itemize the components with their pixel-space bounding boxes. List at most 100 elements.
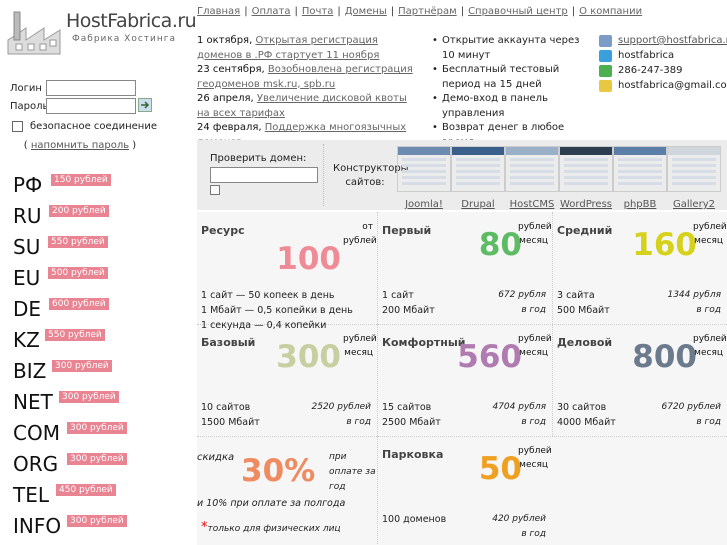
tariff-year-price: 2520 рублей xyxy=(311,402,372,412)
domain-zone: ORG xyxy=(13,452,59,476)
tariff-card[interactable]: Базовый 300 рублей месяц 10 сайтов 1500 Мбай… xyxy=(197,324,377,436)
domain-zone: INFO xyxy=(13,514,62,538)
enter-icon xyxy=(141,101,150,109)
login-submit-button[interactable] xyxy=(138,98,152,112)
cms-thumbnail[interactable] xyxy=(505,146,559,192)
discount-note-halfyear: и 10% при оплате за полгода xyxy=(197,498,346,509)
domain-row[interactable]: SU 550 рублей xyxy=(13,234,108,265)
tariff-feature: 1 сайт — 50 копеек в день xyxy=(201,290,335,301)
tariff-name: Базовый xyxy=(201,336,256,349)
nav-link[interactable]: Домены xyxy=(345,6,387,17)
domain-price-badge: 550 рублей xyxy=(45,329,105,341)
contact-text: hostfabrica xyxy=(618,50,675,61)
logo[interactable]: HostFabrica.ru Фабрика Хостинга xyxy=(6,6,197,56)
factory-logo-icon xyxy=(7,11,61,55)
domain-row[interactable]: TEL 450 рублей xyxy=(13,482,116,513)
tariff-price-value: 160 xyxy=(632,227,697,263)
feature-item[interactable]: Демо-вход в панель управления xyxy=(432,92,592,121)
cms-thumbnail[interactable] xyxy=(451,146,505,192)
tariff-price-unit: рублей месяц xyxy=(518,334,552,358)
tariff-feature: 1 Мбайт — 0,5 копейки в день xyxy=(201,305,353,316)
domain-zone: TEL xyxy=(13,483,49,507)
check-domain-input[interactable] xyxy=(210,167,318,183)
domain-row[interactable]: DE 600 рублей xyxy=(13,296,109,327)
tariff-feature: 30 сайтов xyxy=(557,402,607,413)
password-label: Пароль xyxy=(10,101,49,112)
tariff-card[interactable]: Первый 80 рублей месяц 1 сайт 200 Мбайт 672 р… xyxy=(377,212,552,324)
nav-link[interactable]: Справочный центр xyxy=(468,6,568,17)
tariff-card[interactable]: Деловой 800 рублей месяц 30 сайтов 4000 Мбай… xyxy=(552,324,727,436)
news-date: 23 сентября, xyxy=(197,64,265,75)
remind-prefix: ( xyxy=(23,140,28,151)
cms-thumbnail[interactable] xyxy=(559,146,613,192)
contact-text: hostfabrica@gmail.com xyxy=(618,80,727,91)
logo-name: HostFabrica.ru xyxy=(66,10,197,32)
password-input[interactable] xyxy=(46,98,136,114)
cms-thumbnail[interactable] xyxy=(397,146,451,192)
domain-zone: EU xyxy=(13,266,41,290)
cms-link[interactable]: phpBB xyxy=(613,199,667,210)
tariff-price-unit: от рублей xyxy=(343,222,377,246)
cms-link[interactable]: Drupal xyxy=(451,199,505,210)
cms-link[interactable]: HostCMS xyxy=(505,199,559,210)
remind-password-link[interactable]: напомнить пароль xyxy=(31,140,129,151)
cms-link[interactable]: Gallery2 xyxy=(667,199,721,210)
tariff-card[interactable]: Средний 160 рублей месяц 3 сайта 500 Мбайт 13… xyxy=(552,212,727,324)
tariff-feature: 3 сайта xyxy=(557,290,595,301)
tariff-name: Первый xyxy=(382,224,432,237)
cms-thumbnail[interactable] xyxy=(613,146,667,192)
domain-row[interactable]: NET 300 рублей xyxy=(13,389,119,420)
contact-item: 286-247-389 xyxy=(598,64,726,79)
domain-price-badge: 300 рублей xyxy=(59,391,119,403)
tariff-price-value: 800 xyxy=(632,339,697,375)
discount-card: скидка 30% при оплате за год и 10% при опла… xyxy=(197,436,377,545)
contact-item[interactable]: support@hostfabrica.ru xyxy=(598,34,727,49)
login-input[interactable] xyxy=(46,80,136,96)
discount-footnote-text: только для физических лиц xyxy=(207,524,341,534)
news-list: 1 октября, Открытая регистрация доменов … xyxy=(197,34,422,150)
cms-link[interactable]: WordPress xyxy=(559,199,613,210)
cms-link[interactable]: Joomla! xyxy=(397,199,451,210)
domain-row[interactable]: COM 300 рублей xyxy=(13,420,127,451)
discount-note-year: при оплате за год xyxy=(329,452,376,492)
check-domain-button[interactable] xyxy=(210,185,220,195)
cms-thumbnail[interactable] xyxy=(667,146,721,192)
lightbulb-icon xyxy=(599,80,612,92)
nav-link[interactable]: Партнёрам xyxy=(398,6,457,17)
domain-price-badge: 150 рублей xyxy=(51,174,111,186)
nav-link[interactable]: Оплата xyxy=(252,6,291,17)
tariff-price-unit: рублей месяц xyxy=(693,222,727,246)
features-list: Открытие аккаунта через 10 минутБесплатн… xyxy=(432,34,592,150)
tariff-card[interactable]: Ресурс 100 от рублей 1 сайт — 50 копеек в д… xyxy=(197,212,377,331)
tariff-name: Средний xyxy=(557,224,613,237)
nav-separator: | xyxy=(460,6,465,17)
tariff-year-price: 6720 рублей xyxy=(661,402,722,412)
contact-text[interactable]: support@hostfabrica.ru xyxy=(618,35,727,46)
domain-row[interactable]: RU 200 рублей xyxy=(13,203,109,234)
domain-row[interactable]: РФ 150 рублей xyxy=(13,172,111,203)
domain-row[interactable]: KZ 550 рублей xyxy=(13,327,105,358)
tariff-year-price: 1344 рубля xyxy=(667,290,721,300)
nav-link[interactable]: Почта xyxy=(302,6,334,17)
nav-link[interactable]: Главная xyxy=(197,6,240,17)
nav-separator: | xyxy=(337,6,341,17)
tariff-feature: 500 Мбайт xyxy=(557,305,610,316)
tariff-name: Комфортный xyxy=(382,336,466,349)
contact-text: 286-247-389 xyxy=(618,65,683,76)
feature-item: Открытие аккаунта через 10 минут xyxy=(432,34,592,63)
tariff-card[interactable]: Комфортный 560 рублей месяц 15 сайтов 2500 М… xyxy=(377,324,552,436)
secure-connection-checkbox[interactable] xyxy=(12,121,23,132)
domain-row[interactable]: ORG 300 рублей xyxy=(13,451,127,482)
tariff-card[interactable]: Парковка 50 рублей месяц 100 доменов 420 руб… xyxy=(377,436,552,545)
domain-price-badge: 300 рублей xyxy=(67,422,127,434)
domain-price-badge: 300 рублей xyxy=(52,360,112,372)
domain-zone: NET xyxy=(13,390,53,414)
domain-row[interactable]: EU 500 рублей xyxy=(13,265,108,296)
nav-separator: | xyxy=(244,6,248,17)
tariff-feature: 10 сайтов xyxy=(201,402,251,413)
tariffs-grid: Ресурс 100 от рублей 1 сайт — 50 копеек в д… xyxy=(197,212,727,545)
domain-row[interactable]: BIZ 300 рублей xyxy=(13,358,112,389)
nav-link[interactable]: О компании xyxy=(579,6,642,17)
tariff-feature: 1 сайт xyxy=(382,290,414,301)
domain-row[interactable]: INFO 300 рублей xyxy=(13,513,127,544)
